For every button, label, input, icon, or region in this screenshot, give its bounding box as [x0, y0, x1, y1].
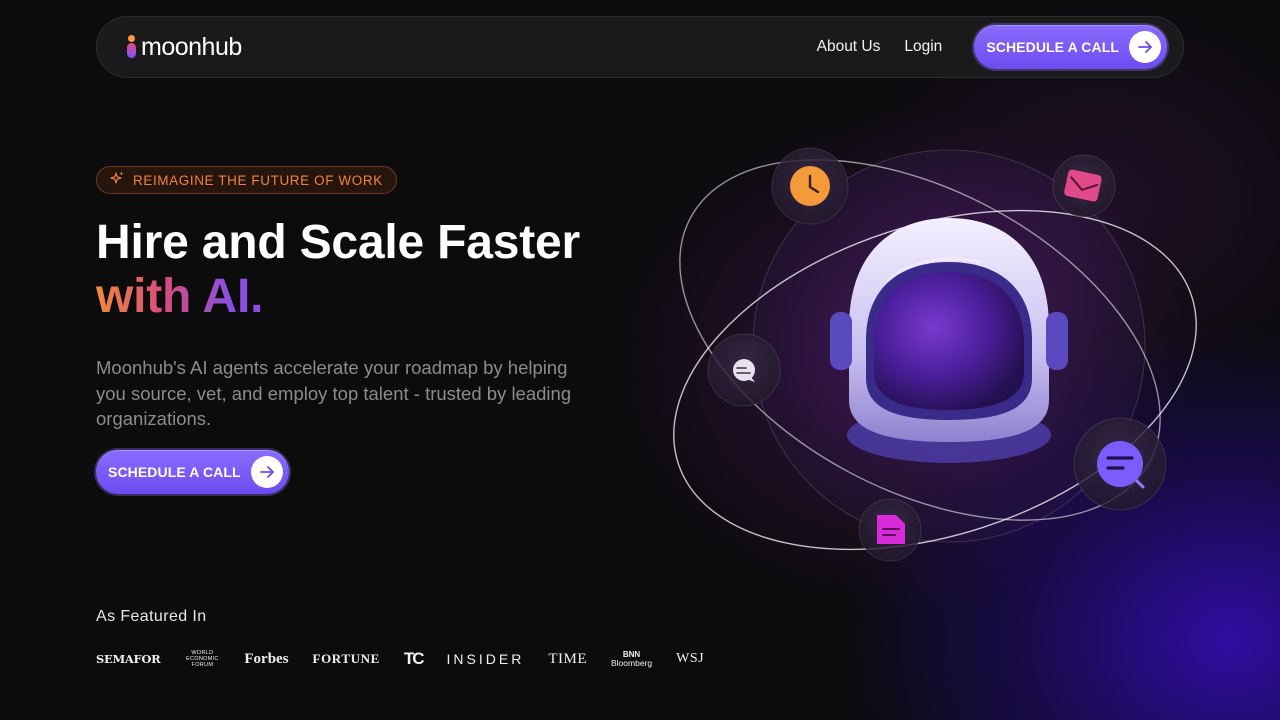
chat-icon	[707, 333, 781, 407]
techcrunch-logo: TC	[403, 649, 425, 668]
hero-cta-label: SCHEDULE A CALL	[108, 464, 241, 480]
headline-line-1: Hire and Scale Faster	[96, 216, 581, 269]
search-icon	[1073, 417, 1167, 511]
hero-tagline-pill: REIMAGINE THE FUTURE OF WORK	[96, 166, 397, 194]
insider-logo: INSIDER	[446, 651, 525, 667]
nav-schedule-call-button[interactable]: SCHEDULE A CALL	[974, 25, 1167, 69]
moonhub-logo[interactable]: moonhub	[127, 33, 242, 62]
top-navigation: moonhub About Us Login SCHEDULE A CALL	[96, 16, 1184, 78]
forbes-logo: Forbes	[244, 650, 289, 667]
featured-in-title: As Featured In	[96, 608, 207, 625]
logo-text: moonhub	[141, 32, 242, 61]
document-icon	[858, 498, 922, 562]
tagline-text: REIMAGINE THE FUTURE OF WORK	[133, 172, 383, 188]
nav-link-login[interactable]: Login	[904, 38, 942, 56]
moonhub-logo-mark	[127, 35, 137, 59]
nav-cta-label: SCHEDULE A CALL	[986, 39, 1119, 55]
astronaut-illustration	[673, 147, 1197, 562]
hero-schedule-call-button[interactable]: SCHEDULE A CALL	[96, 450, 289, 494]
press-logos-row: SEMAFOR WORLD ECONOMIC FORUM Forbes FORT…	[96, 646, 728, 672]
clock-icon	[771, 147, 849, 225]
arrow-right-icon	[250, 456, 283, 488]
time-logo: TIME	[548, 650, 587, 667]
mail-icon	[1052, 154, 1116, 218]
semafor-logo: SEMAFOR	[96, 652, 161, 666]
headline-line-2: with AI.	[96, 270, 264, 323]
nav-right: About Us Login SCHEDULE A CALL	[817, 25, 1167, 69]
bnn-bloomberg-logo: BNN Bloomberg	[611, 650, 653, 668]
fortune-logo: FORTUNE	[312, 651, 380, 666]
world-economic-forum-logo: WORLD ECONOMIC FORUM	[186, 650, 219, 668]
wsj-logo: WSJ	[676, 651, 705, 666]
arrow-right-icon	[1129, 31, 1161, 63]
hero-headline: Hire and Scale Faster with AI.	[96, 216, 580, 324]
nav-link-about-us[interactable]: About Us	[817, 38, 881, 56]
hero-description: Moonhub's AI agents accelerate your road…	[96, 357, 572, 429]
sparkle-icon	[109, 170, 125, 190]
